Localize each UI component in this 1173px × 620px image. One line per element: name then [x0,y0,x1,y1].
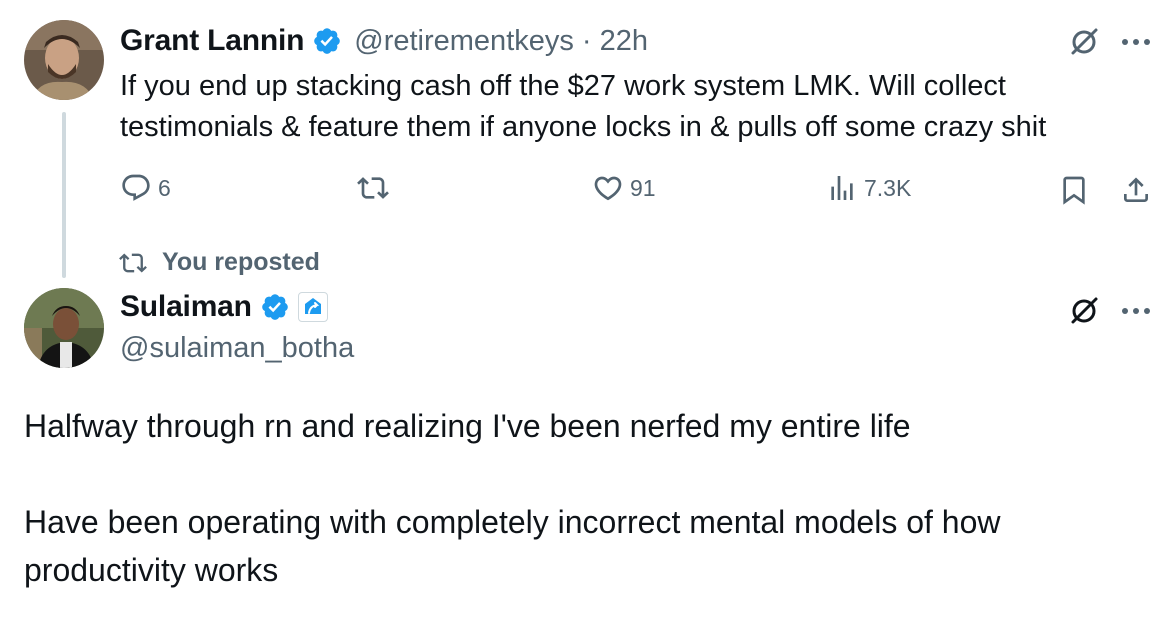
tweet2-author-name[interactable]: Sulaiman [120,290,252,324]
affiliate-badge-icon[interactable] [297,292,328,322]
tweet1-author-name[interactable]: Grant Lannin [120,24,304,58]
more-icon[interactable] [1118,26,1154,58]
tweet2-paragraph1: Halfway through rn and realizing I've be… [24,408,911,444]
retweet-icon [119,253,147,272]
reply-icon [122,174,150,201]
share-icon [1124,177,1148,202]
avatar-sulaiman[interactable] [24,288,104,368]
views-icon [831,176,853,200]
tweet1-dot-separator: · [581,24,592,57]
tweet2-paragraph2-line2: productivity works [24,552,279,588]
tweet1-timestamp[interactable]: 22h [600,25,648,58]
reply-button[interactable]: 6 [120,172,171,204]
tweet1-text-line1: If you end up stacking cash off the $27 … [120,70,1006,102]
bookmark-icon [1063,176,1085,205]
tweet2-paragraph2: Have been operating with completely inco… [24,498,1144,594]
grok-icon[interactable] [1066,293,1102,329]
tweet1-text: If you end up stacking cash off the $27 … [120,66,1160,148]
repost-banner-text: You reposted [162,248,320,276]
more-icon[interactable] [1118,295,1154,327]
thread-connector [62,112,66,278]
retweet-icon [357,177,389,199]
tweet1-text-line2: testimonials & feature them if anyone lo… [120,111,1047,143]
tweet2-paragraph2-line1: Have been operating with completely inco… [24,504,1001,540]
like-count: 91 [630,174,656,201]
like-icon [594,176,622,201]
tweet2-author-handle[interactable]: @sulaiman_botha [120,332,354,365]
reply-count: 6 [158,174,171,201]
like-button[interactable]: 91 [592,172,656,204]
avatar-grant-lannin[interactable] [24,20,104,100]
views-button[interactable]: 7.3K [826,172,911,204]
tweet2-header: Sulaiman [120,290,328,324]
bookmark-button[interactable] [1056,172,1092,208]
tweet1-author-handle[interactable]: @retirementkeys [354,25,574,58]
grok-icon[interactable] [1066,24,1102,60]
retweet-button[interactable] [356,172,390,204]
verified-badge-icon [260,292,290,322]
verified-badge-icon [312,26,342,56]
tweet1-header: Grant Lannin @retirementkeys · 22h [120,24,648,58]
views-count: 7.3K [864,174,912,201]
share-button[interactable] [1118,172,1154,208]
repost-banner[interactable]: You reposted [118,248,320,277]
